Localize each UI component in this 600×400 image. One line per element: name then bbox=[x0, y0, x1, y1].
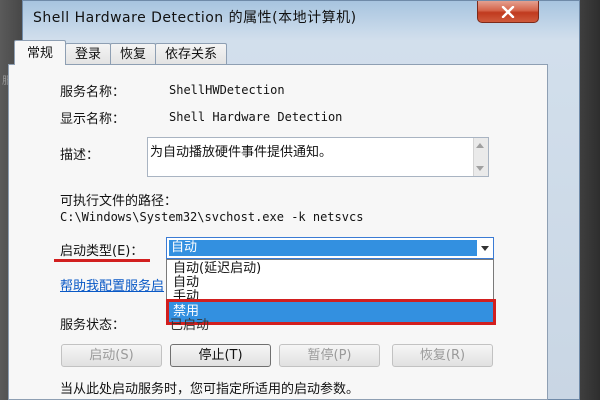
executable-path-label: 可执行文件的路径： bbox=[60, 194, 178, 209]
stop-button[interactable]: 停止(T) bbox=[170, 344, 271, 367]
executable-path-value: C:\Windows\System32\svchost.exe -k netsv… bbox=[60, 210, 364, 224]
close-button[interactable] bbox=[477, 1, 539, 23]
startup-type-label: 启动类型(E)： bbox=[60, 244, 144, 259]
scroll-up-arrow-icon[interactable] bbox=[476, 143, 484, 148]
tab-recovery[interactable]: 恢复 bbox=[110, 43, 157, 64]
startup-type-selected: 自动 bbox=[169, 240, 477, 256]
description-text: 为自动播放硬件事件提供通知。 bbox=[150, 145, 333, 160]
window-title: Shell Hardware Detection 的属性(本地计算机) bbox=[33, 10, 357, 26]
start-button[interactable]: 启动(S) bbox=[61, 344, 162, 367]
tab-general[interactable]: 常规 bbox=[14, 40, 67, 65]
service-name-label: 服务名称： bbox=[60, 85, 126, 100]
close-icon bbox=[501, 5, 515, 18]
tab-strip: 常规 登录 恢复 依存关系 bbox=[14, 40, 228, 65]
pause-button[interactable]: 暂停(P) bbox=[279, 344, 380, 367]
tab-dependencies[interactable]: 依存关系 bbox=[155, 43, 228, 64]
startup-type-select[interactable]: 自动 bbox=[166, 237, 494, 259]
chevron-down-icon[interactable] bbox=[481, 246, 489, 251]
label-red-underline bbox=[54, 259, 150, 262]
resume-button[interactable]: 恢复(R) bbox=[392, 344, 493, 367]
service-status-value: 已启动 bbox=[170, 318, 210, 333]
service-status-label: 服务状态： bbox=[60, 318, 126, 333]
display-name-value: Shell Hardware Detection bbox=[169, 110, 343, 124]
description-field[interactable]: 为自动播放硬件事件提供通知。 bbox=[147, 137, 489, 177]
description-scrollbar[interactable] bbox=[473, 138, 488, 176]
help-configure-link[interactable]: 帮助我配置服务启 bbox=[60, 275, 164, 294]
start-parameters-hint: 当从此处启动服务时，您可指定所适用的启动参数。 bbox=[60, 382, 360, 397]
display-name-label: 显示名称： bbox=[60, 112, 126, 127]
option-auto-delayed[interactable]: 自动(延迟启动) bbox=[173, 262, 261, 276]
disabled-option-red-highlight bbox=[166, 299, 496, 325]
title-bar[interactable]: Shell Hardware Detection 的属性(本地计算机) bbox=[23, 1, 579, 33]
option-auto[interactable]: 自动 bbox=[173, 276, 199, 290]
description-label: 描述： bbox=[60, 148, 100, 163]
scroll-down-arrow-icon[interactable] bbox=[476, 166, 484, 171]
tab-logon[interactable]: 登录 bbox=[65, 43, 112, 64]
service-name-value: ShellHWDetection bbox=[169, 83, 285, 97]
